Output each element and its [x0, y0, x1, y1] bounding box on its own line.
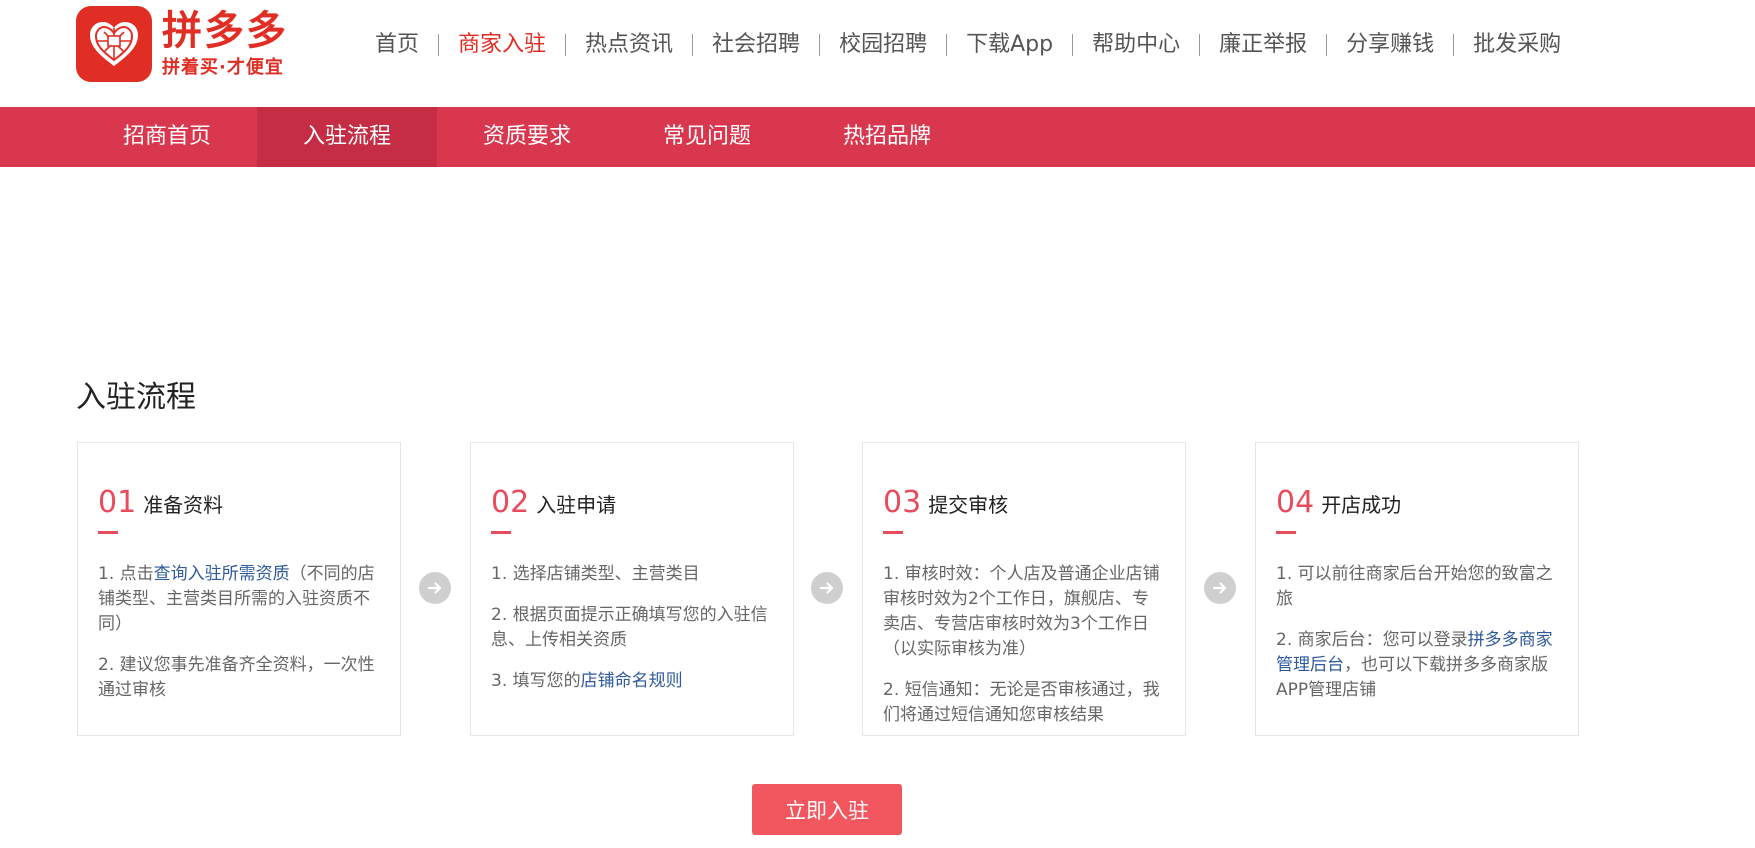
subnav-qualifications[interactable]: 资质要求 — [437, 107, 617, 167]
step-text: 2. 建议您事先准备齐全资料，一次性通过审核 — [98, 655, 375, 700]
top-nav-share-earn[interactable]: 分享赚钱 — [1327, 26, 1453, 64]
step-number: 04 — [1276, 485, 1315, 520]
step-number: 03 — [883, 485, 922, 520]
merchant-sub-nav: 招商首页 入驻流程 资质要求 常见问题 热招品牌 — [0, 107, 1755, 167]
top-nav-help-center[interactable]: 帮助中心 — [1073, 26, 1199, 64]
step-text: 2. 短信通知：无论是否审核通过，我们将通过短信通知您审核结果 — [883, 680, 1160, 725]
step-underline — [491, 531, 511, 534]
arrow-right-circle-icon — [811, 572, 843, 604]
step-text: 2. 根据页面提示正确填写您的入驻信息、上传相关资质 — [491, 605, 768, 650]
top-nav-social-recruit[interactable]: 社会招聘 — [693, 26, 819, 64]
top-nav-campus-recruit[interactable]: 校园招聘 — [820, 26, 946, 64]
step-card-prepare: 01 准备资料 1. 点击查询入驻所需资质（不同的店铺类型、主营类目所需的入驻资… — [77, 442, 401, 736]
step-text: 1. 审核时效：个人店及普通企业店铺审核时效为2个工作日，旗舰店、专卖店、专营店… — [883, 564, 1160, 659]
store-naming-rules-link[interactable]: 店铺命名规则 — [581, 671, 683, 691]
step-text: 3. 填写您的店铺命名规则 — [491, 671, 683, 691]
qualification-query-link[interactable]: 查询入驻所需资质 — [154, 564, 290, 584]
step-number: 02 — [491, 485, 530, 520]
step-title: 提交审核 — [928, 493, 1009, 517]
step-text: 1. 选择店铺类型、主营类目 — [491, 564, 700, 584]
step-text: 2. 商家后台：您可以登录拼多多商家管理后台，也可以下载拼多多商家版APP管理店… — [1276, 630, 1553, 700]
logo-slogan: 拼着买·才便宜 — [162, 57, 284, 78]
arrow-right-circle-icon — [419, 572, 451, 604]
subnav-join-process[interactable]: 入驻流程 — [257, 107, 437, 167]
section-title: 入驻流程 — [76, 380, 196, 415]
step-card-review: 03 提交审核 1. 审核时效：个人店及普通企业店铺审核时效为2个工作日，旗舰店… — [862, 442, 1186, 736]
step-title: 开店成功 — [1321, 493, 1402, 517]
top-nav-wholesale[interactable]: 批发采购 — [1454, 26, 1580, 64]
arrow-right-circle-icon — [1204, 572, 1236, 604]
top-nav-integrity-report[interactable]: 廉正举报 — [1200, 26, 1326, 64]
top-nav-home[interactable]: 首页 — [356, 26, 438, 64]
step-underline — [1276, 531, 1296, 534]
subnav-merchant-home[interactable]: 招商首页 — [77, 107, 257, 167]
subnav-faq[interactable]: 常见问题 — [617, 107, 797, 167]
pdd-logo[interactable]: 拼多多 拼着买·才便宜 — [76, 6, 288, 82]
top-nav-hot-news[interactable]: 热点资讯 — [566, 26, 692, 64]
top-header: 拼多多 拼着买·才便宜 首页 商家入驻 热点资讯 社会招聘 校园招聘 下载App… — [0, 0, 1755, 106]
step-title: 准备资料 — [143, 493, 224, 517]
step-text: 1. 点击查询入驻所需资质（不同的店铺类型、主营类目所需的入驻资质不同） — [98, 564, 375, 634]
step-text: 1. 可以前往商家后台开始您的致富之旅 — [1276, 564, 1553, 609]
logo-name: 拼多多 — [162, 8, 288, 54]
step-underline — [98, 531, 118, 534]
step-title: 入驻申请 — [536, 493, 617, 517]
top-nav: 首页 商家入驻 热点资讯 社会招聘 校园招聘 下载App 帮助中心 廉正举报 分… — [356, 26, 1580, 64]
top-nav-merchant-join[interactable]: 商家入驻 — [439, 26, 565, 64]
step-number: 01 — [98, 485, 137, 520]
step-underline — [883, 531, 903, 534]
subnav-hot-brands[interactable]: 热招品牌 — [797, 107, 977, 167]
step-card-apply: 02 入驻申请 1. 选择店铺类型、主营类目 2. 根据页面提示正确填写您的入驻… — [470, 442, 794, 736]
join-now-button[interactable]: 立即入驻 — [752, 784, 902, 835]
step-card-open-store: 04 开店成功 1. 可以前往商家后台开始您的致富之旅 2. 商家后台：您可以登… — [1255, 442, 1579, 736]
top-nav-download-app[interactable]: 下载App — [947, 26, 1072, 64]
pdd-logo-icon — [76, 6, 152, 82]
